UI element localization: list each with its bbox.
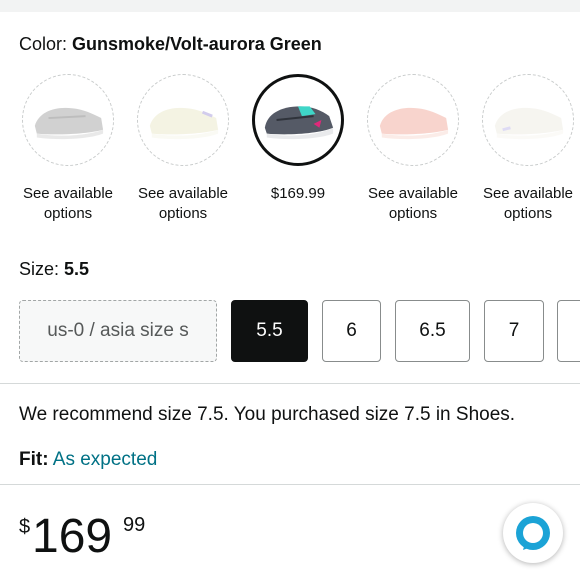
shoe-peach-icon	[379, 107, 449, 140]
swatch-text-line2: options	[43, 205, 93, 222]
price-whole: 169	[32, 510, 113, 563]
swatch-text-line1: See available	[137, 185, 229, 202]
divider	[0, 484, 580, 485]
size-option-partial[interactable]	[557, 300, 580, 362]
swatch-text-line1: See available	[367, 185, 459, 202]
swatch-price: $169.99	[270, 185, 326, 202]
selected-size-value: 5.5	[64, 259, 90, 279]
swatch-text-line2: options	[158, 205, 208, 222]
swatch-gunsmoke[interactable]: $169.99	[244, 74, 352, 204]
shoe-cream-icon	[149, 107, 219, 140]
size-options-row: us-0 / asia size s 5.5 6 6.5 7	[0, 300, 580, 363]
size-option-6-5[interactable]: 6.5	[395, 300, 470, 362]
alexa-button[interactable]	[503, 503, 563, 563]
size-option-7[interactable]: 7	[484, 300, 544, 362]
shoe-white-icon	[494, 107, 564, 140]
size-option-asia-s[interactable]: us-0 / asia size s	[19, 300, 217, 362]
top-band	[0, 0, 580, 12]
swatch-gray[interactable]: See available options	[14, 74, 122, 224]
size-label: Size: 5.5	[19, 259, 90, 279]
swatch-cream[interactable]: See available options	[129, 74, 237, 224]
swatch-peach[interactable]: See available options	[359, 74, 467, 224]
swatch-text-line2: options	[388, 205, 438, 222]
swatch-circle[interactable]	[22, 74, 114, 166]
shoe-gunsmoke-icon	[264, 106, 334, 140]
swatch-circle[interactable]	[482, 74, 574, 166]
swatch-text-line2: options	[503, 205, 553, 222]
size-option-6[interactable]: 6	[322, 300, 381, 362]
size-option-5-5[interactable]: 5.5	[231, 300, 308, 362]
selected-color-name: Gunsmoke/Volt-aurora Green	[72, 34, 322, 54]
swatch-circle[interactable]	[367, 74, 459, 166]
swatch-circle-selected[interactable]	[252, 74, 344, 166]
price-symbol: $	[19, 516, 31, 538]
shoe-gray-icon	[34, 107, 104, 140]
size-recommendation: We recommend size 7.5. You purchased siz…	[19, 404, 516, 425]
alexa-icon	[516, 516, 550, 550]
swatch-text-line1: See available	[482, 185, 574, 202]
swatch-text-line1: See available	[22, 185, 114, 202]
fit-label: Fit:	[19, 449, 49, 470]
divider	[0, 383, 580, 384]
fit-info: Fit: As expected	[19, 449, 157, 471]
color-label: Color: Gunsmoke/Volt-aurora Green	[19, 34, 322, 54]
color-swatch-row: See available options See available opti…	[0, 74, 580, 234]
fit-value-link[interactable]: As expected	[53, 449, 158, 470]
swatch-white[interactable]: See available options	[474, 74, 580, 224]
swatch-circle[interactable]	[137, 74, 229, 166]
price-fraction: 99	[123, 514, 146, 536]
